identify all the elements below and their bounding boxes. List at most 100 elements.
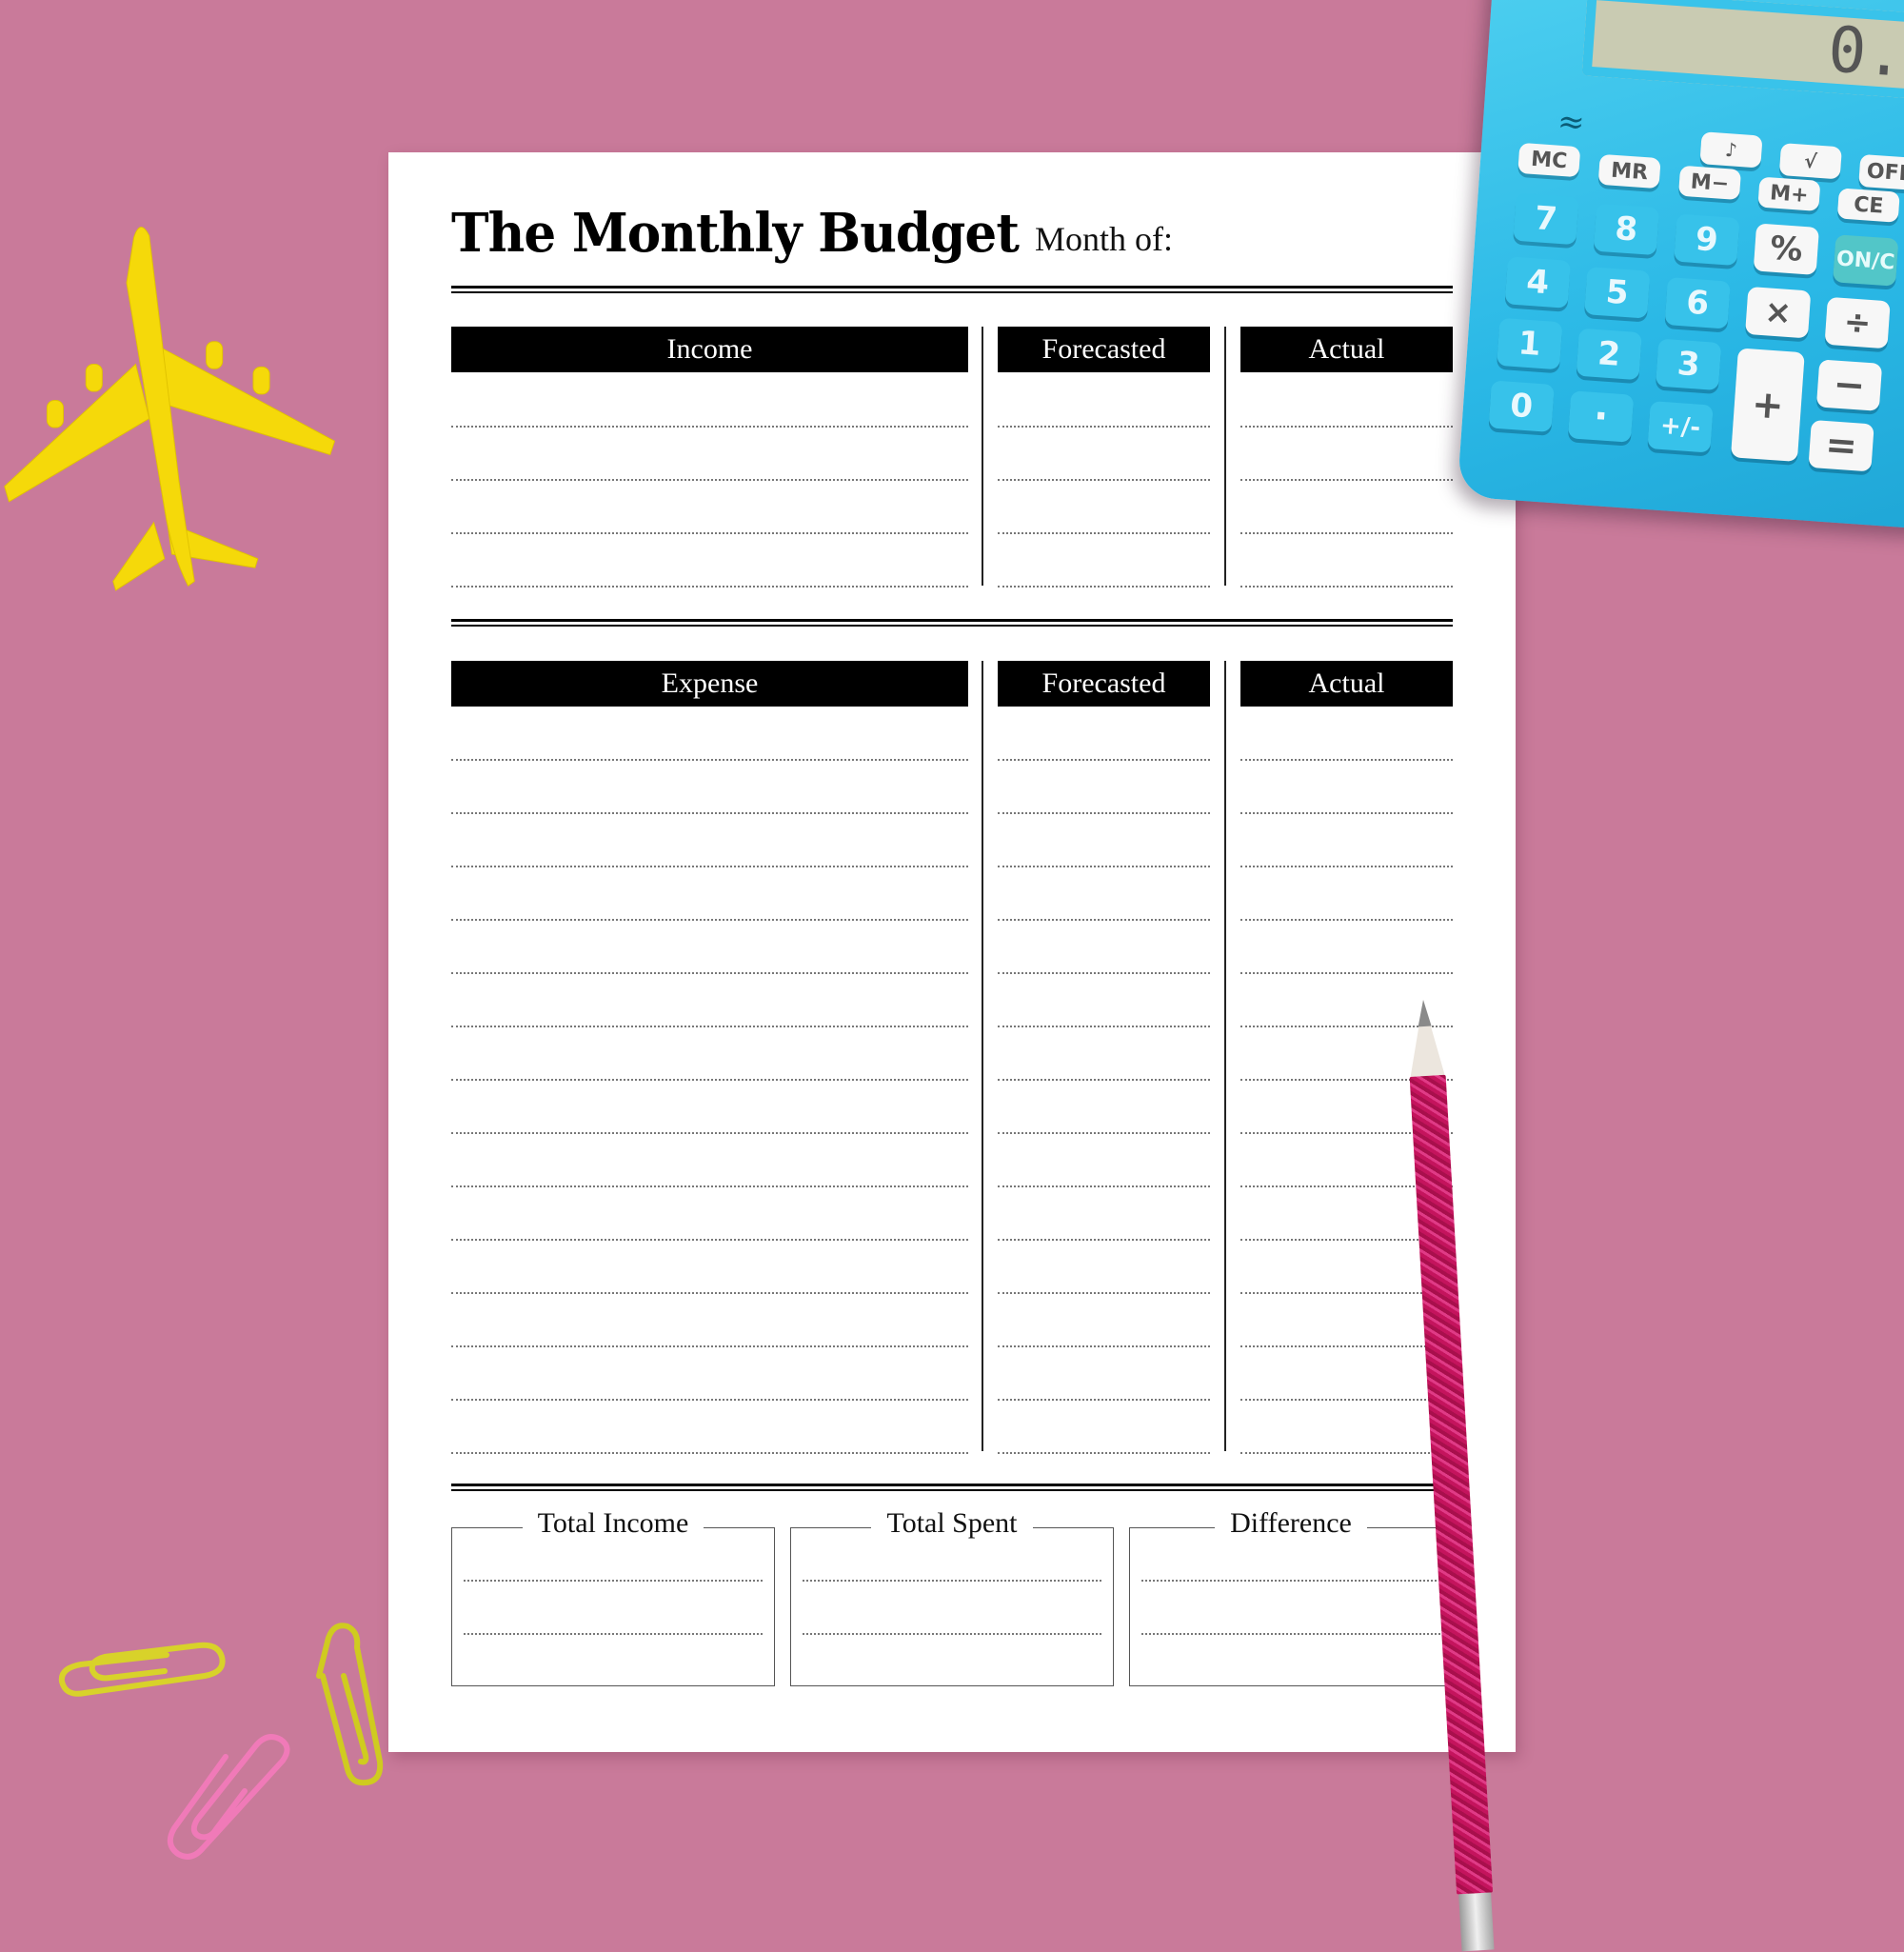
calc-key-equals[interactable]: =: [1808, 419, 1874, 472]
calc-key-decimal[interactable]: ·: [1567, 390, 1635, 443]
expense-header: Expense: [451, 661, 968, 707]
expense-item-entry-line[interactable]: [451, 866, 968, 867]
expense-actual-entry-line[interactable]: [1240, 972, 1453, 974]
total-spent-box[interactable]: Total Spent: [790, 1507, 1114, 1686]
calc-key-8[interactable]: 8: [1593, 203, 1660, 256]
calc-key-0[interactable]: 0: [1488, 380, 1555, 432]
income-actual-entry-line[interactable]: [1240, 586, 1453, 588]
expense-actual-header: Actual: [1240, 661, 1453, 707]
expense-item-entry-line[interactable]: [451, 1079, 968, 1081]
calc-key-music[interactable]: ♪: [1699, 131, 1763, 169]
expense-item-entry-line[interactable]: [451, 919, 968, 921]
expense-actual-entry-line[interactable]: [1240, 759, 1453, 761]
expense-forecasted-entry-line[interactable]: [998, 1132, 1210, 1134]
income-actual-entry-line[interactable]: [1240, 426, 1453, 428]
expense-forecasted-entry-line[interactable]: [998, 866, 1210, 867]
calc-key-minus[interactable]: −: [1815, 359, 1883, 411]
calc-key-2[interactable]: 2: [1576, 328, 1642, 381]
airplane-tail: [112, 521, 166, 591]
difference-line[interactable]: [1141, 1633, 1440, 1635]
expense-forecasted-entry-line[interactable]: [998, 1345, 1210, 1347]
calc-key-1[interactable]: 1: [1497, 317, 1563, 370]
calc-key-m-plus[interactable]: M+: [1757, 176, 1821, 211]
expense-item-entry-line[interactable]: [451, 972, 968, 974]
planner-title: The Monthly Budget: [451, 202, 1020, 265]
income-item-entry-line[interactable]: [451, 532, 968, 534]
expense-item-entry-line[interactable]: [451, 1292, 968, 1294]
calc-key-9[interactable]: 9: [1674, 213, 1740, 267]
expense-actual-entry-line[interactable]: [1240, 919, 1453, 921]
expense-forecasted-entry-line[interactable]: [998, 1026, 1210, 1027]
section-divider: [451, 619, 1453, 627]
totals-divider: [451, 1484, 1453, 1491]
expense-item-entry-line[interactable]: [451, 759, 968, 761]
calc-key-m-minus[interactable]: M−: [1677, 165, 1742, 201]
calc-key-off[interactable]: OFF: [1858, 153, 1904, 191]
difference-line[interactable]: [1141, 1580, 1440, 1582]
income-forecasted-entry-line[interactable]: [998, 532, 1210, 534]
expense-forecasted-entry-line[interactable]: [998, 1079, 1210, 1081]
total-income-line[interactable]: [464, 1580, 763, 1582]
income-column-divider: [1224, 327, 1226, 586]
calc-key-6[interactable]: 6: [1664, 277, 1731, 329]
calc-key-on-c[interactable]: ON/C: [1833, 234, 1899, 287]
income-forecasted-header: Forecasted: [998, 327, 1210, 372]
calc-key-sqrt[interactable]: √: [1778, 143, 1842, 180]
paper-clip-pink: [167, 1734, 290, 1860]
expense-forecasted-entry-line[interactable]: [998, 1292, 1210, 1294]
total-spent-line[interactable]: [803, 1633, 1101, 1635]
total-income-box[interactable]: Total Income: [451, 1507, 775, 1686]
calc-key-5[interactable]: 5: [1584, 267, 1651, 319]
income-item-entry-line[interactable]: [451, 479, 968, 481]
expense-forecasted-entry-line[interactable]: [998, 972, 1210, 974]
calc-key-divide[interactable]: ÷: [1824, 296, 1891, 349]
calc-key-multiply[interactable]: ×: [1745, 286, 1812, 339]
income-forecasted-entry-line[interactable]: [998, 479, 1210, 481]
calc-key-4[interactable]: 4: [1504, 256, 1571, 309]
expense-actual-entry-line[interactable]: [1240, 866, 1453, 867]
expense-forecasted-entry-line[interactable]: [998, 759, 1210, 761]
difference-box[interactable]: Difference: [1129, 1507, 1453, 1686]
expense-item-entry-line[interactable]: [451, 1399, 968, 1401]
total-income-label: Total Income: [522, 1507, 704, 1539]
expense-item-entry-line[interactable]: [451, 812, 968, 814]
expense-actual-entry-line[interactable]: [1240, 1452, 1453, 1454]
calc-key-plus-minus[interactable]: +/-: [1647, 401, 1714, 453]
expense-item-entry-line[interactable]: [451, 1452, 968, 1454]
total-income-line[interactable]: [464, 1633, 763, 1635]
total-spent-line[interactable]: [803, 1580, 1101, 1582]
header-divider: [451, 286, 1453, 293]
expense-item-entry-line[interactable]: [451, 1026, 968, 1027]
expense-forecasted-entry-line[interactable]: [998, 1452, 1210, 1454]
income-forecasted-entry-line[interactable]: [998, 426, 1210, 428]
month-of-label: Month of:: [1035, 220, 1174, 258]
total-spent-label: Total Spent: [871, 1507, 1033, 1539]
expense-actual-entry-line[interactable]: [1240, 1399, 1453, 1401]
income-header: Income: [451, 327, 968, 372]
expense-item-entry-line[interactable]: [451, 1345, 968, 1347]
calc-key-mc[interactable]: MC: [1517, 142, 1581, 178]
calc-key-3[interactable]: 3: [1655, 338, 1722, 391]
toy-airplane: [4, 227, 336, 591]
airplane-right-wing: [157, 345, 336, 456]
expense-forecasted-entry-line[interactable]: [998, 812, 1210, 814]
calc-key-ce[interactable]: CE: [1836, 188, 1900, 223]
calc-key-7[interactable]: 7: [1513, 192, 1579, 246]
calc-key-mr[interactable]: MR: [1597, 153, 1661, 189]
pencil-lead: [1417, 999, 1432, 1027]
calc-key-plus[interactable]: +: [1730, 348, 1805, 462]
expense-forecasted-entry-line[interactable]: [998, 919, 1210, 921]
income-actual-entry-line[interactable]: [1240, 479, 1453, 481]
expense-item-entry-line[interactable]: [451, 1132, 968, 1134]
calc-key-percent[interactable]: %: [1753, 223, 1820, 275]
expense-actual-entry-line[interactable]: [1240, 812, 1453, 814]
expense-item-entry-line[interactable]: [451, 1185, 968, 1187]
income-item-entry-line[interactable]: [451, 426, 968, 428]
income-item-entry-line[interactable]: [451, 586, 968, 588]
income-actual-entry-line[interactable]: [1240, 532, 1453, 534]
expense-forecasted-entry-line[interactable]: [998, 1185, 1210, 1187]
expense-item-entry-line[interactable]: [451, 1239, 968, 1241]
expense-forecasted-entry-line[interactable]: [998, 1239, 1210, 1241]
income-forecasted-entry-line[interactable]: [998, 586, 1210, 588]
expense-forecasted-entry-line[interactable]: [998, 1399, 1210, 1401]
